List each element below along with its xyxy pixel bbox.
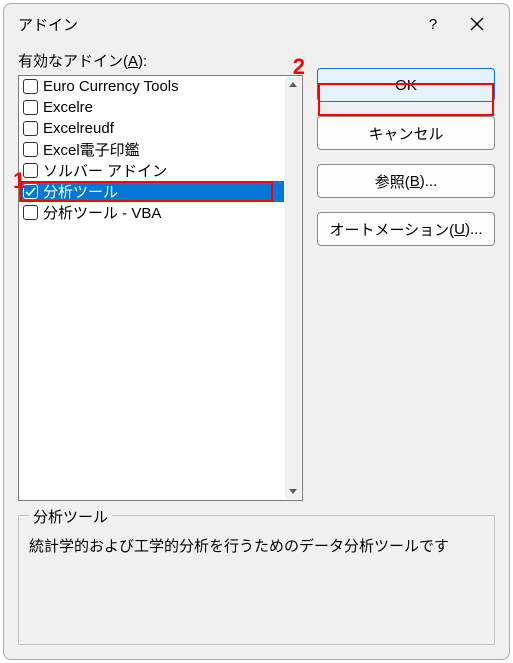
cancel-button[interactable]: キャンセル (317, 116, 495, 150)
scroll-up-button[interactable] (285, 77, 301, 93)
scrollbar[interactable] (285, 77, 301, 499)
check-icon (25, 186, 36, 197)
addins-label-suffix: ): (138, 53, 147, 70)
addins-label-prefix: 有効なアドイン( (18, 53, 128, 70)
chevron-up-icon (289, 81, 297, 89)
close-button[interactable] (455, 10, 499, 38)
browse-suffix: )... (420, 173, 438, 190)
list-item[interactable]: Excelreudf (19, 118, 284, 139)
checkbox[interactable] (23, 184, 38, 199)
left-column: 有効なアドイン(A): Euro Currency Tools Excelre Ex… (18, 50, 303, 501)
addins-listbox[interactable]: Euro Currency Tools Excelre Excelreudf Exce… (18, 75, 303, 501)
automation-prefix: オートメーション( (329, 219, 454, 240)
list-item[interactable]: 分析ツール (19, 181, 284, 202)
dialog-title: アドイン (18, 14, 411, 35)
checkbox[interactable] (23, 163, 38, 178)
list-item-label: Excel電子印鑑 (43, 139, 140, 160)
addins-dialog: アドイン ? 有効なアドイン(A): Euro Currency Tools Ex… (3, 3, 510, 660)
right-column: OK キャンセル 参照(B)... オートメーション(U)... (317, 50, 495, 501)
list-item-label: Euro Currency Tools (43, 78, 179, 95)
list-item[interactable]: Euro Currency Tools (19, 76, 284, 97)
browse-accel: B (410, 173, 420, 190)
browse-prefix: 参照( (375, 171, 410, 192)
scroll-down-button[interactable] (285, 483, 301, 499)
ok-button-label: OK (395, 77, 417, 94)
titlebar: アドイン ? (4, 4, 509, 44)
ok-button[interactable]: OK (317, 68, 495, 102)
browse-button[interactable]: 参照(B)... (317, 164, 495, 198)
checkbox[interactable] (23, 79, 38, 94)
checkbox[interactable] (23, 205, 38, 220)
list-item-label: 分析ツール - VBA (43, 202, 161, 223)
checkbox[interactable] (23, 121, 38, 136)
list-item-label: Excelre (43, 99, 93, 116)
top-row: 有効なアドイン(A): Euro Currency Tools Excelre Ex… (18, 50, 495, 501)
addins-list-wrap: Euro Currency Tools Excelre Excelreudf Exce… (18, 75, 303, 501)
automation-accel: U (454, 221, 465, 238)
list-item[interactable]: Excel電子印鑑 (19, 139, 284, 160)
addins-label-accel: A (128, 53, 138, 70)
cancel-button-label: キャンセル (368, 123, 443, 144)
dialog-body: 有効なアドイン(A): Euro Currency Tools Excelre Ex… (4, 44, 509, 659)
list-item-label: 分析ツール (43, 181, 118, 202)
description-text: 統計学的および工学的分析を行うためのデータ分析ツールです (29, 535, 484, 556)
list-item[interactable]: Excelre (19, 97, 284, 118)
checkbox[interactable] (23, 100, 38, 115)
description-title: 分析ツール (29, 506, 112, 527)
checkbox[interactable] (23, 142, 38, 157)
addins-label: 有効なアドイン(A): (18, 50, 303, 71)
automation-suffix: )... (465, 221, 483, 238)
list-item[interactable]: 分析ツール - VBA (19, 202, 284, 223)
help-button[interactable]: ? (411, 10, 455, 38)
chevron-down-icon (289, 487, 297, 495)
list-item-label: ソルバー アドイン (43, 160, 167, 181)
description-panel: 分析ツール 統計学的および工学的分析を行うためのデータ分析ツールです (18, 515, 495, 645)
automation-button[interactable]: オートメーション(U)... (317, 212, 495, 246)
list-item[interactable]: ソルバー アドイン (19, 160, 284, 181)
list-item-label: Excelreudf (43, 120, 114, 137)
close-icon (470, 17, 484, 31)
